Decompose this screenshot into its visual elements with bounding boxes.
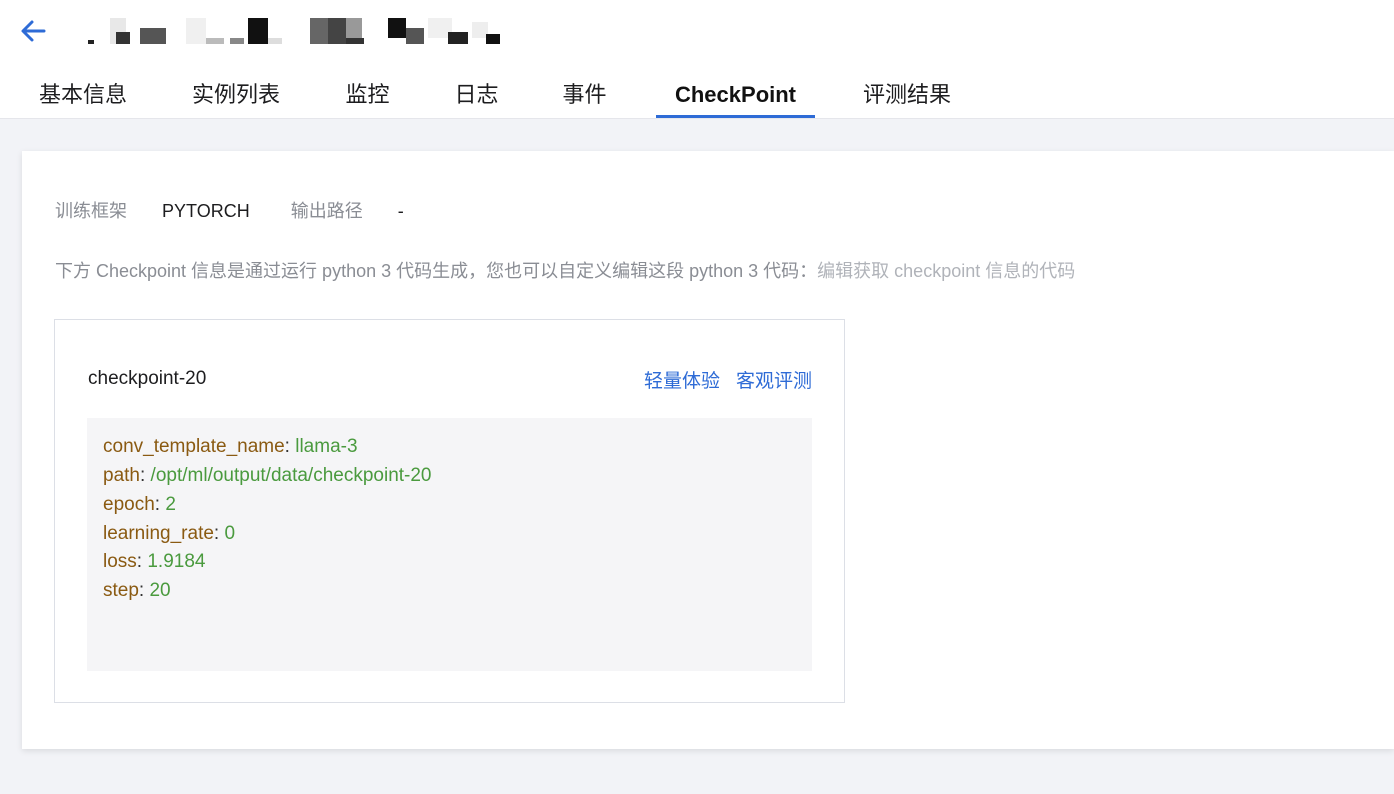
tab-monitor[interactable]: 监控 [345, 70, 390, 118]
checkpoint-panel: 训练框架 PYTORCH 输出路径 - 下方 Checkpoint 信息是通过运… [22, 151, 1394, 749]
field-key: conv_template_name [103, 436, 285, 457]
quick-try-button[interactable]: 轻量体验 [644, 371, 720, 392]
tab-basic-info[interactable]: 基本信息 [38, 70, 128, 118]
framework-value: PYTORCH [162, 201, 250, 221]
field-row: epoch: 2 [103, 494, 176, 515]
redacted-title [88, 18, 500, 44]
edit-code-link[interactable]: 编辑获取 checkpoint 信息的代码 [817, 261, 1075, 281]
output-path-label: 输出路径 [290, 201, 363, 221]
field-row: path: /opt/ml/output/data/checkpoint-20 [103, 465, 432, 486]
field-key: epoch [103, 494, 155, 515]
tab-bar: 基本信息 实例列表 监控 日志 事件 CheckPoint 评测结果 [0, 70, 1394, 118]
checkpoint-name: checkpoint-20 [88, 368, 207, 389]
field-value: 20 [149, 580, 171, 601]
output-path-value: - [397, 201, 404, 221]
checkpoint-actions: 轻量体验 客观评测 [628, 366, 812, 393]
field-row: step: 20 [103, 580, 171, 601]
checkpoint-card: checkpoint-20 轻量体验 客观评测 conv_template_nam… [54, 319, 845, 703]
back-arrow-icon[interactable] [18, 16, 48, 46]
field-key: step [103, 580, 139, 601]
field-value: 1.9184 [147, 551, 206, 572]
tab-eval-results[interactable]: 评测结果 [862, 70, 952, 118]
field-row: loss: 1.9184 [103, 551, 206, 572]
objective-eval-button[interactable]: 客观评测 [736, 371, 812, 392]
field-key: loss [103, 551, 137, 572]
page-header: 基本信息 实例列表 监控 日志 事件 CheckPoint 评测结果 [0, 0, 1394, 119]
field-value: /opt/ml/output/data/checkpoint-20 [150, 465, 432, 486]
tab-instance-list[interactable]: 实例列表 [191, 70, 281, 118]
field-row: learning_rate: 0 [103, 523, 236, 544]
field-value: llama-3 [295, 436, 358, 457]
tab-checkpoint[interactable]: CheckPoint [656, 70, 815, 118]
tab-logs[interactable]: 日志 [454, 70, 499, 118]
field-key: learning_rate [103, 523, 214, 544]
tab-events[interactable]: 事件 [562, 70, 607, 118]
checkpoint-info-code: conv_template_name: llama-3 path: /opt/m… [87, 418, 812, 671]
field-key: path [103, 465, 140, 486]
meta-row: 训练框架 PYTORCH 输出路径 - [55, 197, 404, 223]
field-row: conv_template_name: llama-3 [103, 436, 358, 457]
field-value: 0 [224, 523, 236, 544]
field-value: 2 [165, 494, 176, 515]
framework-label: 训练框架 [55, 201, 127, 221]
hint-text: 下方 Checkpoint 信息是通过运行 python 3 代码生成，您也可以… [55, 261, 818, 281]
checkpoint-hint: 下方 Checkpoint 信息是通过运行 python 3 代码生成，您也可以… [55, 257, 1075, 283]
